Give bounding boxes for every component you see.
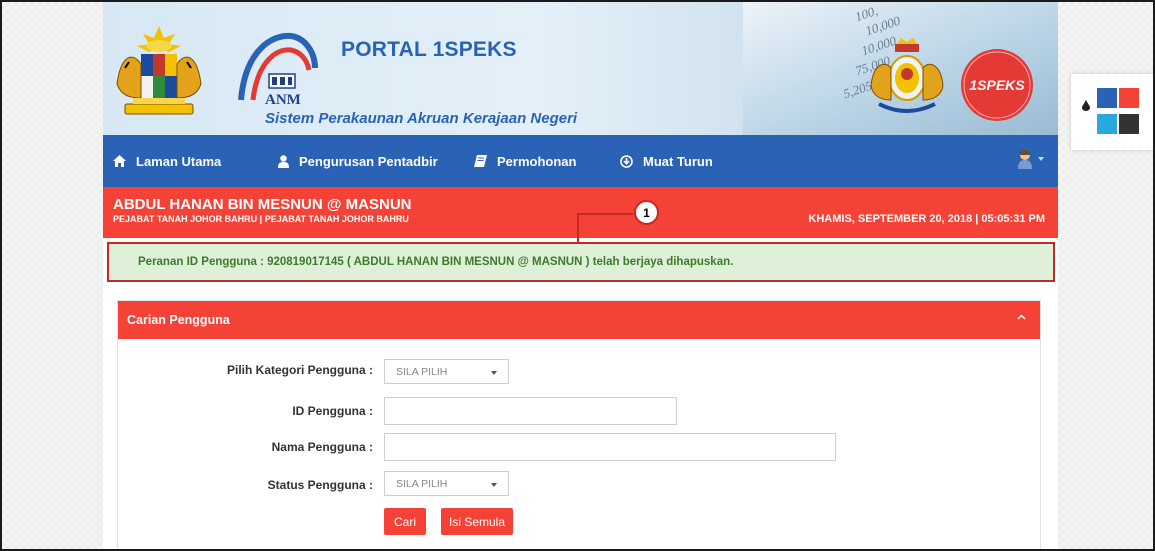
theme-switcher-widget bbox=[1071, 74, 1155, 150]
panel-header: Carian Pengguna bbox=[118, 301, 1040, 339]
current-datetime: KHAMIS, SEPTEMBER 20, 2018 | 05:05:31 PM bbox=[808, 213, 1045, 225]
status-pengguna-select[interactable]: SILA PILIH bbox=[384, 471, 509, 496]
1speks-logo: 1SPEKS bbox=[961, 49, 1033, 121]
nav-item-label: Laman Utama bbox=[136, 153, 222, 169]
chevron-up-icon[interactable] bbox=[1017, 314, 1026, 320]
success-alert: Peranan ID Pengguna : 920819017145 ( ABD… bbox=[107, 242, 1055, 282]
callout-line bbox=[579, 213, 633, 215]
book-icon bbox=[474, 155, 487, 167]
user-avatar-icon bbox=[1018, 150, 1032, 169]
kategori-pengguna-label: Pilih Kategori Pengguna : bbox=[226, 363, 373, 377]
select-value: SILA PILIH bbox=[396, 477, 448, 490]
user-icon bbox=[278, 154, 289, 168]
malaysia-coat-of-arms-logo bbox=[116, 26, 202, 115]
nav-item-label: Muat Turun bbox=[643, 153, 713, 169]
nav-item-pengurusan-pentadbir[interactable]: Pengurusan Pentadbir bbox=[278, 135, 438, 187]
nama-pengguna-label: Nama Pengguna : bbox=[271, 440, 373, 454]
search-user-panel: Carian Pengguna Pilih Kategori Pengguna … bbox=[117, 300, 1041, 551]
anm-label: ANM bbox=[265, 92, 301, 108]
header-banner: 100, 10,000 10,000 75,000 5,205 ANM PORT… bbox=[103, 2, 1058, 135]
panel-title: Carian Pengguna bbox=[127, 313, 230, 327]
nav-item-label: Pengurusan Pentadbir bbox=[299, 153, 438, 169]
user-menu[interactable] bbox=[1018, 149, 1044, 169]
id-pengguna-label: ID Pengguna : bbox=[292, 404, 373, 418]
status-pengguna-label: Status Pengguna : bbox=[267, 478, 373, 492]
nav-item-muat-turun[interactable]: Muat Turun bbox=[620, 135, 713, 187]
select-value: SILA PILIH bbox=[396, 365, 448, 378]
portal-subtitle: Sistem Perakaunan Akruan Kerajaan Negeri bbox=[265, 110, 578, 127]
callout-line bbox=[577, 213, 579, 243]
portal-title: PORTAL 1SPEKS bbox=[341, 38, 517, 61]
nav-item-permohonan[interactable]: Permohonan bbox=[474, 135, 576, 187]
1speks-logo-text: 1SPEKS bbox=[969, 77, 1025, 93]
nav-item-laman-utama[interactable]: Laman Utama bbox=[113, 135, 221, 187]
download-icon bbox=[620, 154, 633, 168]
id-pengguna-input[interactable] bbox=[384, 397, 677, 425]
theme-swatch-dark[interactable] bbox=[1119, 114, 1139, 134]
theme-swatch-red[interactable] bbox=[1119, 88, 1139, 108]
kategori-pengguna-select[interactable]: SILA PILIH bbox=[384, 359, 509, 384]
color-drop-icon[interactable] bbox=[1082, 100, 1090, 111]
chevron-down-icon bbox=[1038, 157, 1044, 161]
search-button[interactable]: Cari bbox=[384, 508, 426, 535]
theme-swatch-blue[interactable] bbox=[1097, 88, 1117, 108]
user-office: PEJABAT TANAH JOHOR BAHRU | PEJABAT TANA… bbox=[113, 214, 409, 224]
main-navbar: Laman Utama Pengurusan Pentadbir Permoho… bbox=[103, 135, 1058, 187]
callout-marker: 1 bbox=[634, 200, 659, 225]
johor-coat-of-arms-logo bbox=[870, 38, 944, 113]
caret-down-icon bbox=[491, 483, 497, 487]
nama-pengguna-input[interactable] bbox=[384, 433, 836, 461]
nav-item-label: Permohonan bbox=[497, 153, 577, 169]
portal-page: 100, 10,000 10,000 75,000 5,205 ANM PORT… bbox=[103, 2, 1058, 551]
success-alert-message: Peranan ID Pengguna : 920819017145 ( ABD… bbox=[138, 256, 734, 268]
theme-swatch-lightblue[interactable] bbox=[1097, 114, 1117, 134]
reset-button[interactable]: Isi Semula bbox=[441, 508, 513, 535]
user-name: ABDUL HANAN BIN MESNUN @ MASNUN bbox=[113, 196, 412, 213]
caret-down-icon bbox=[491, 371, 497, 375]
home-icon bbox=[113, 155, 126, 167]
